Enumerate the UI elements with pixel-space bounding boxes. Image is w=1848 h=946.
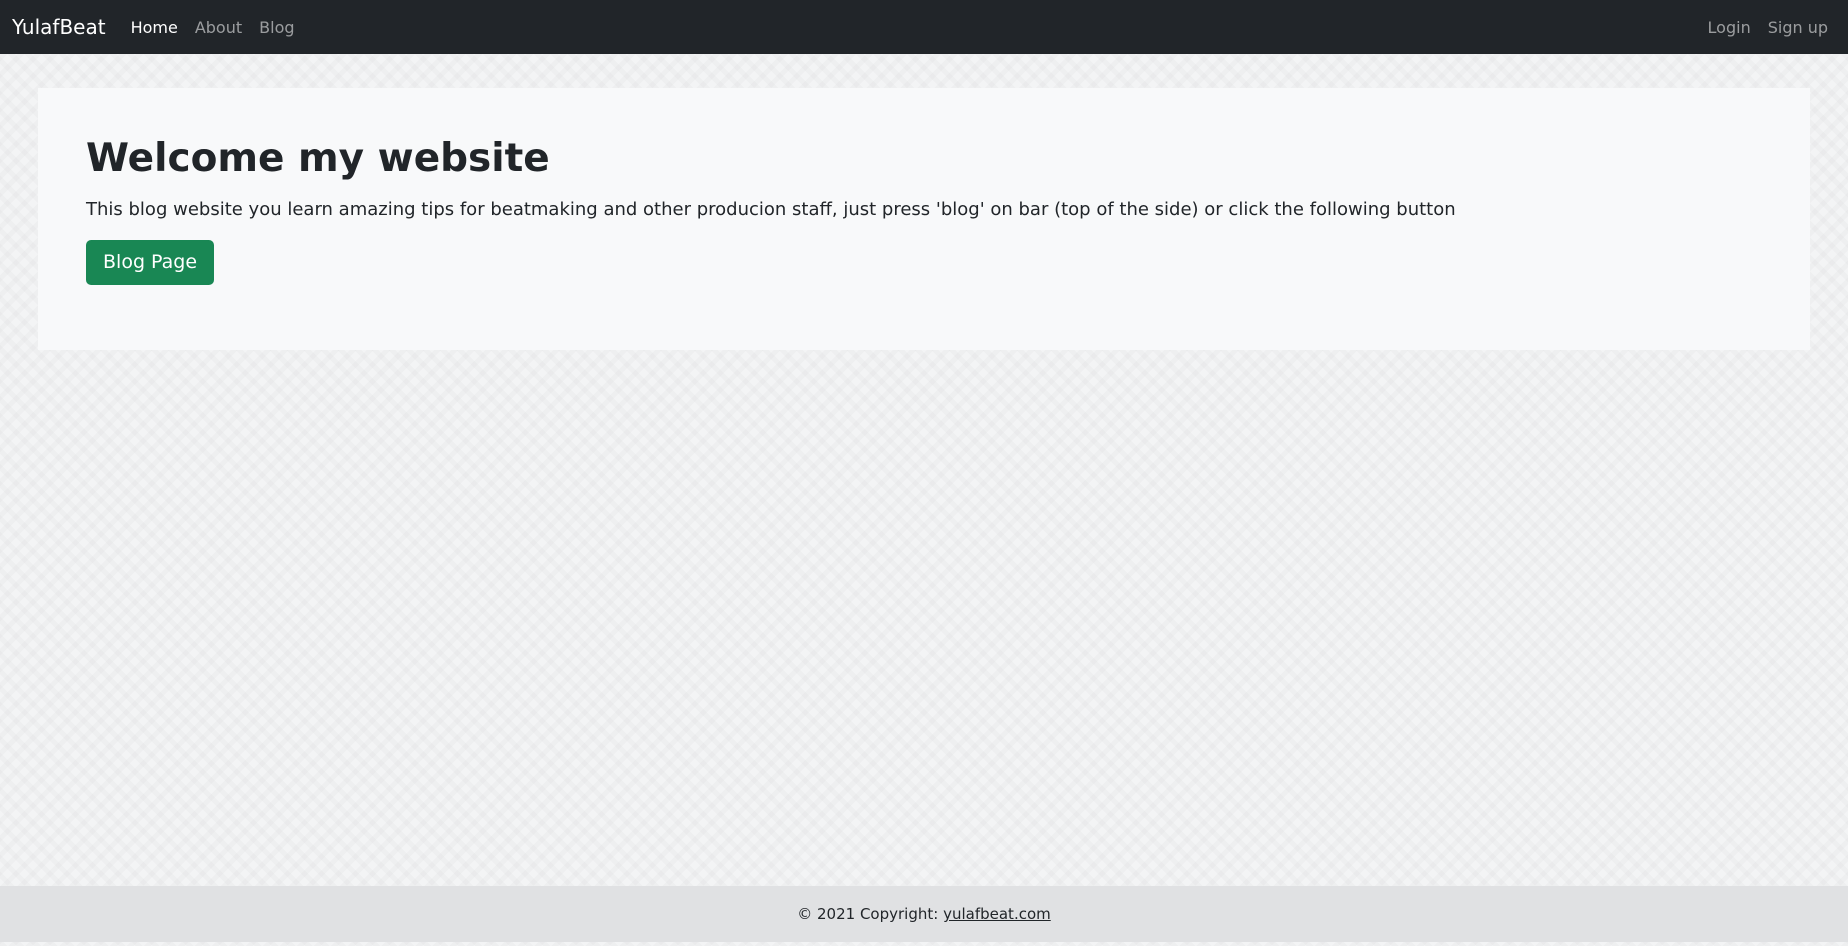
blog-page-button[interactable]: Blog Page: [86, 239, 215, 285]
brand-logo[interactable]: YulafBeat: [12, 15, 106, 39]
hero-section: Welcome my website This blog website you…: [38, 88, 1810, 350]
main-nav: Home About Blog: [131, 18, 312, 37]
nav-about-link[interactable]: About: [195, 18, 242, 37]
login-link[interactable]: Login: [1708, 18, 1751, 37]
signup-link[interactable]: Sign up: [1768, 18, 1828, 37]
hero-title: Welcome my website: [86, 136, 550, 181]
nav-home-link[interactable]: Home: [131, 18, 178, 37]
nav-blog-link[interactable]: Blog: [259, 18, 294, 37]
hero-lead-text: This blog website you learn amazing tips…: [86, 198, 1456, 220]
page-footer: © 2021 Copyright: yulafbeat.com: [0, 886, 1848, 942]
auth-nav: Login Sign up: [1708, 18, 1836, 37]
copyright-text: © 2021 Copyright:: [797, 905, 939, 923]
footer-site-link[interactable]: yulafbeat.com: [943, 905, 1051, 923]
top-navbar: YulafBeat Home About Blog Login Sign up: [0, 0, 1848, 54]
